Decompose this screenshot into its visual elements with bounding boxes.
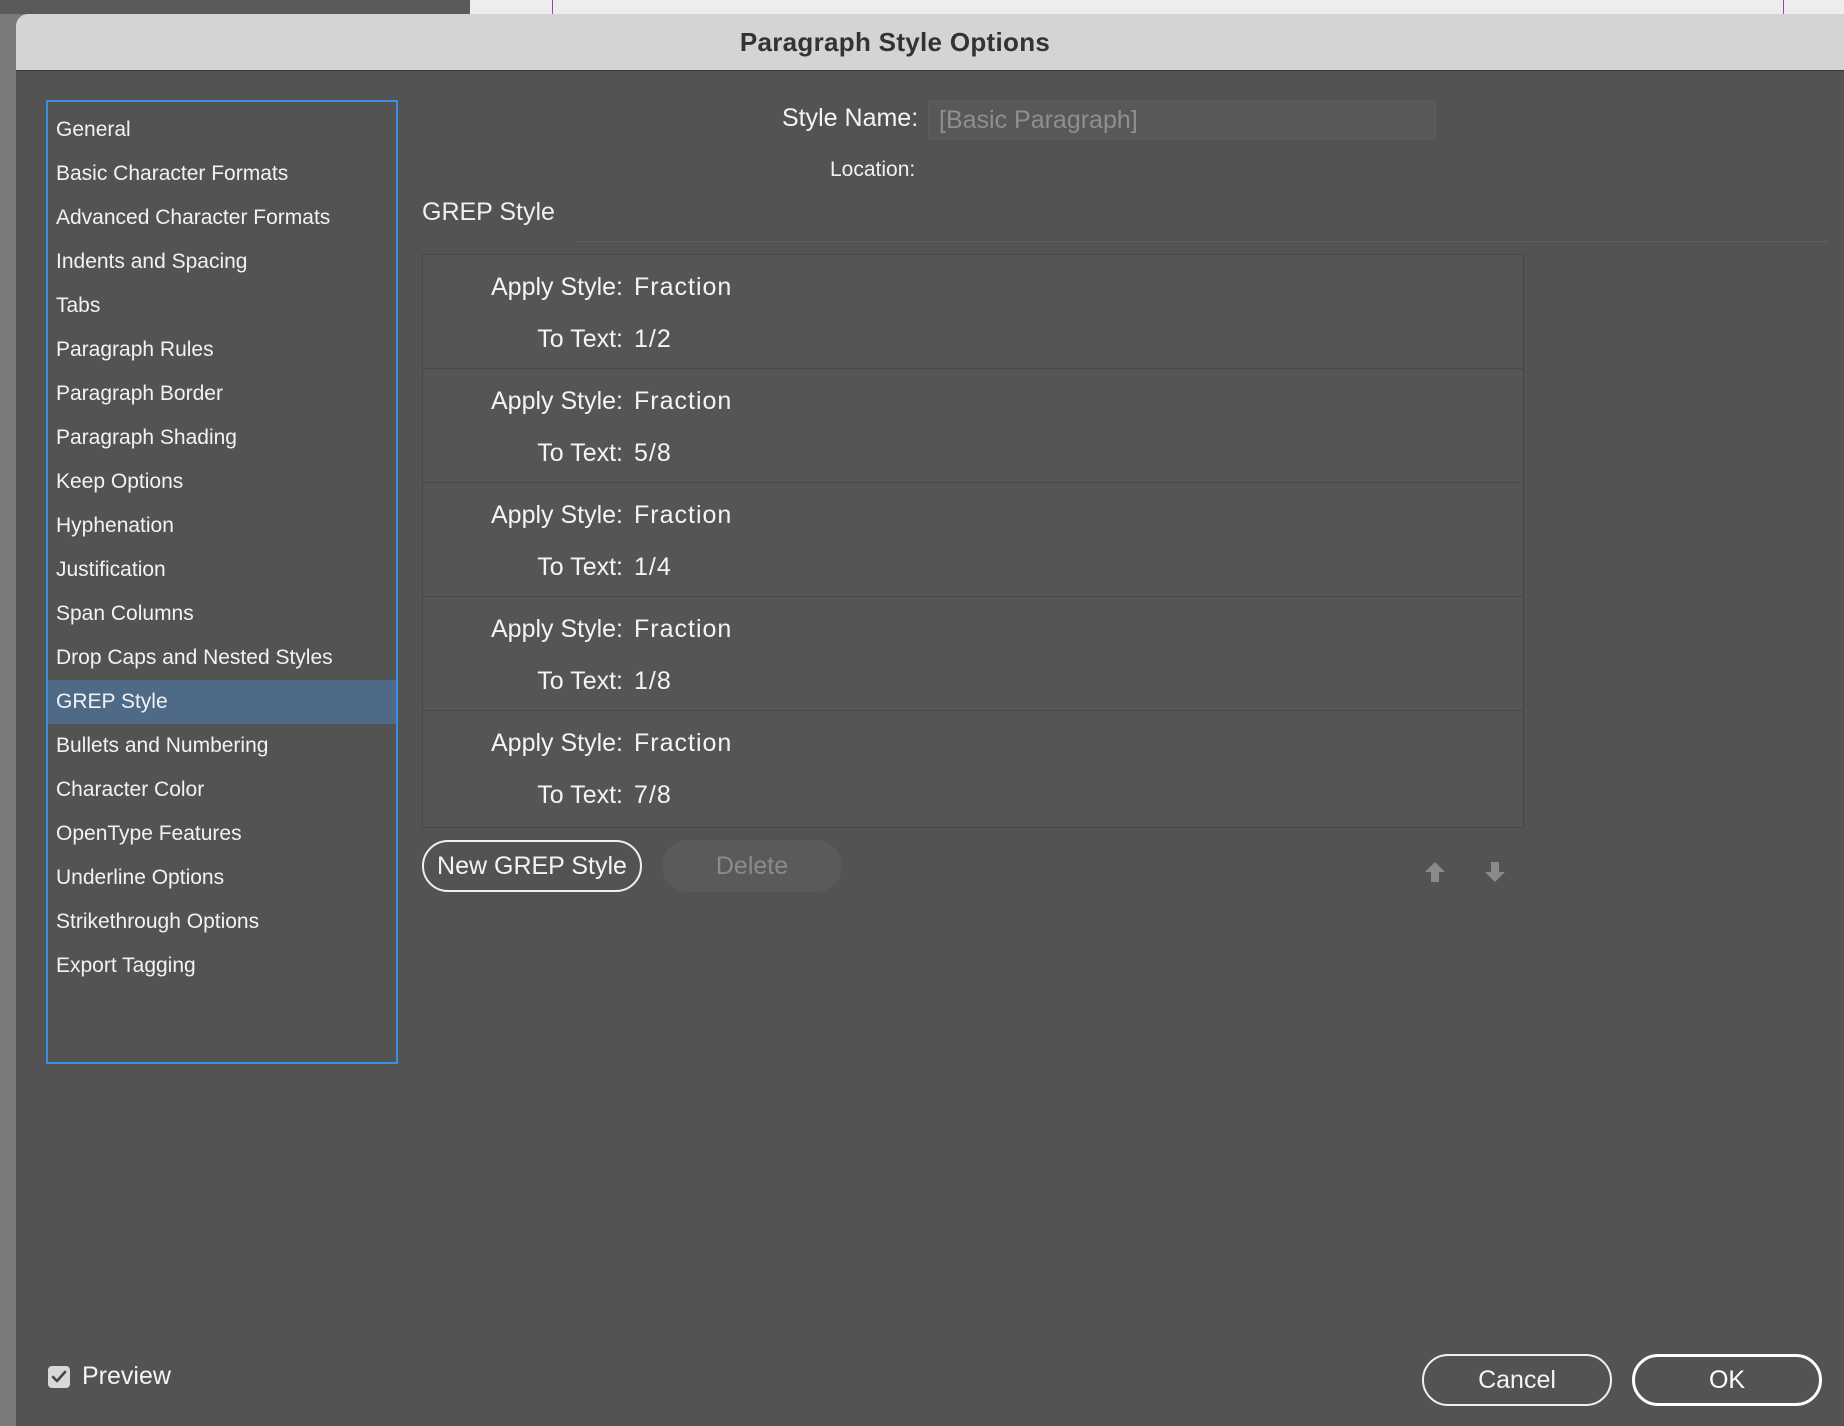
to-text-line: To Text: 7/8 <box>423 781 672 810</box>
sidebar-item-paragraph-shading[interactable]: Paragraph Shading <box>48 416 396 460</box>
sidebar-item-keep-options[interactable]: Keep Options <box>48 460 396 504</box>
to-text-label: To Text: <box>537 325 623 353</box>
sidebar-item-hyphenation[interactable]: Hyphenation <box>48 504 396 548</box>
sidebar-item-grep-style[interactable]: GREP Style <box>48 680 396 724</box>
apply-style-label: Apply Style: <box>490 273 623 301</box>
sidebar-item-tabs[interactable]: Tabs <box>48 284 396 328</box>
sidebar-item-general[interactable]: General <box>48 108 396 152</box>
grep-rule-row[interactable]: Apply Style: Fraction To Text: 1/4 <box>423 483 1523 597</box>
to-text-value[interactable]: 1/2 <box>634 325 672 353</box>
sidebar-item-span-columns[interactable]: Span Columns <box>48 592 396 636</box>
apply-style-line: Apply Style: Fraction <box>423 501 732 530</box>
grep-rule-row[interactable]: Apply Style: Fraction To Text: 7/8 <box>423 711 1523 825</box>
apply-style-line: Apply Style: Fraction <box>423 273 732 302</box>
sidebar-item-drop-caps-nested-styles[interactable]: Drop Caps and Nested Styles <box>48 636 396 680</box>
to-text-label: To Text: <box>537 781 623 809</box>
sidebar-item-bullets-and-numbering[interactable]: Bullets and Numbering <box>48 724 396 768</box>
apply-style-value[interactable]: Fraction <box>634 501 732 529</box>
guide-line <box>1783 0 1784 14</box>
preview-checkbox[interactable] <box>48 1365 70 1388</box>
to-text-value[interactable]: 5/8 <box>634 439 672 467</box>
paragraph-style-options-dialog: Paragraph Style Options General Basic Ch… <box>16 14 1844 1426</box>
cancel-button[interactable]: Cancel <box>1422 1354 1612 1406</box>
apply-style-line: Apply Style: Fraction <box>423 729 732 758</box>
to-text-label: To Text: <box>537 667 623 695</box>
to-text-value[interactable]: 1/8 <box>634 667 672 695</box>
move-down-arrow-icon[interactable] <box>1484 860 1506 884</box>
apply-style-label: Apply Style: <box>490 387 623 415</box>
background-app-strip <box>0 0 1844 14</box>
dialog-title: Paragraph Style Options <box>739 26 1051 57</box>
style-name-label: Style Name: <box>782 104 919 132</box>
preview-label: Preview <box>82 1362 171 1390</box>
apply-style-label: Apply Style: <box>490 615 623 643</box>
new-grep-style-button[interactable]: New GREP Style <box>422 840 642 892</box>
background-canvas <box>470 0 1844 14</box>
sidebar-item-export-tagging[interactable]: Export Tagging <box>48 944 396 988</box>
grep-rule-row[interactable]: Apply Style: Fraction To Text: 5/8 <box>423 369 1523 483</box>
preview-toggle[interactable]: Preview <box>48 1362 171 1391</box>
sidebar-item-indents-and-spacing[interactable]: Indents and Spacing <box>48 240 396 284</box>
grep-style-list: Apply Style: Fraction To Text: 1/2 Apply S… <box>422 254 1524 828</box>
delete-button[interactable]: Delete <box>662 840 842 892</box>
apply-style-value[interactable]: Fraction <box>634 387 732 415</box>
to-text-value[interactable]: 1/4 <box>634 553 672 581</box>
section-title: GREP Style <box>422 198 555 226</box>
to-text-line: To Text: 1/4 <box>423 553 672 582</box>
sidebar-item-strikethrough-options[interactable]: Strikethrough Options <box>48 900 396 944</box>
to-text-label: To Text: <box>537 553 623 581</box>
sidebar-item-basic-character-formats[interactable]: Basic Character Formats <box>48 152 396 196</box>
apply-style-value[interactable]: Fraction <box>634 729 732 757</box>
grep-rule-row[interactable]: Apply Style: Fraction To Text: 1/8 <box>423 597 1523 711</box>
checkmark-icon <box>51 1370 67 1382</box>
sidebar-item-opentype-features[interactable]: OpenType Features <box>48 812 396 856</box>
section-divider <box>576 241 1828 242</box>
style-name-field[interactable]: [Basic Paragraph] <box>928 100 1436 140</box>
location-label: Location: <box>830 158 916 181</box>
to-text-line: To Text: 5/8 <box>423 439 672 468</box>
apply-style-value[interactable]: Fraction <box>634 273 732 301</box>
move-up-arrow-icon[interactable] <box>1424 860 1446 884</box>
to-text-value[interactable]: 7/8 <box>634 781 672 809</box>
sidebar-item-paragraph-rules[interactable]: Paragraph Rules <box>48 328 396 372</box>
apply-style-line: Apply Style: Fraction <box>423 387 732 416</box>
category-list: General Basic Character Formats Advanced… <box>46 100 398 1064</box>
to-text-line: To Text: 1/2 <box>423 325 672 354</box>
apply-style-label: Apply Style: <box>490 501 623 529</box>
sidebar-item-paragraph-border[interactable]: Paragraph Border <box>48 372 396 416</box>
to-text-line: To Text: 1/8 <box>423 667 672 696</box>
sidebar-item-justification[interactable]: Justification <box>48 548 396 592</box>
sidebar-item-advanced-character-formats[interactable]: Advanced Character Formats <box>48 196 396 240</box>
ok-button[interactable]: OK <box>1632 1354 1822 1406</box>
sidebar-item-character-color[interactable]: Character Color <box>48 768 396 812</box>
grep-rule-row[interactable]: Apply Style: Fraction To Text: 1/2 <box>423 255 1523 369</box>
dialog-titlebar: Paragraph Style Options <box>16 14 1844 71</box>
apply-style-line: Apply Style: Fraction <box>423 615 732 644</box>
to-text-label: To Text: <box>537 439 623 467</box>
apply-style-value[interactable]: Fraction <box>634 615 732 643</box>
apply-style-label: Apply Style: <box>490 729 623 757</box>
guide-line <box>552 0 553 14</box>
sidebar-item-underline-options[interactable]: Underline Options <box>48 856 396 900</box>
